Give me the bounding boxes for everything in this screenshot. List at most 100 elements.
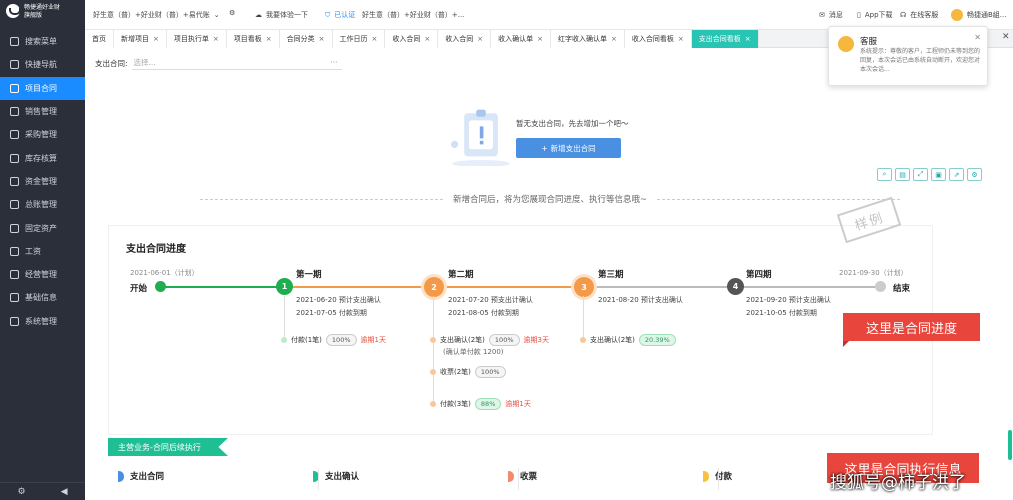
- tenant-label: 好生意（普）+好业财（普）+易代账: [93, 11, 210, 19]
- close-icon[interactable]: ×: [424, 35, 430, 43]
- ledger-icon: [10, 200, 19, 210]
- sub-label: 付款(3笔): [440, 400, 471, 408]
- sidebar-item-6[interactable]: 资金管理: [0, 170, 85, 193]
- close-icon[interactable]: ✕: [974, 33, 981, 42]
- sidebar-item-7[interactable]: 总账管理: [0, 193, 85, 216]
- tab-0[interactable]: 首页: [85, 30, 114, 48]
- tab-5[interactable]: 工作日历 ×: [332, 30, 386, 48]
- close-icon[interactable]: ×: [372, 35, 378, 43]
- m2-invoice-item[interactable]: 收票(2笔) 100%: [430, 366, 506, 378]
- tenant-switch[interactable]: 好生意（普）+好业财（普）+易代账 ⌄: [93, 10, 220, 20]
- message-button[interactable]: ✉ 消息: [819, 10, 843, 20]
- m1-payment-item[interactable]: 付款(1笔) 100% 逾期1天: [281, 334, 386, 346]
- sidebar-item-11[interactable]: 基础信息: [0, 286, 85, 309]
- sidebar-item-2[interactable]: 项目合同: [0, 76, 85, 100]
- tab-label: 收入合同看板: [631, 35, 674, 43]
- user-label: 畅捷通B組...: [967, 11, 1007, 19]
- sidebar-item-5[interactable]: 库存核算: [0, 146, 85, 169]
- exec-col-invoice[interactable]: 收票: [508, 470, 703, 482]
- sidebar-item-4[interactable]: 采购管理: [0, 123, 85, 146]
- m2-confirm-item[interactable]: 支出确认(2笔) 100% 逾期3天: [430, 334, 549, 346]
- collapse-icon[interactable]: ◀: [61, 487, 68, 497]
- sidebar-item-9[interactable]: 工资: [0, 240, 85, 263]
- sidebar-item-3[interactable]: 销售管理: [0, 100, 85, 123]
- save-icon[interactable]: ▣: [931, 168, 946, 181]
- exec-col-confirm[interactable]: 支出确认: [313, 470, 508, 482]
- connector: [433, 296, 434, 406]
- segment-done: [160, 286, 285, 288]
- overdue-text: 逾期1天: [360, 336, 386, 344]
- percent-badge: 20.39%: [638, 334, 676, 346]
- contract-select[interactable]: 选择... ···: [131, 56, 342, 70]
- tab-11[interactable]: 支出合同看板 ×: [691, 30, 759, 48]
- sidebar-item-12[interactable]: 系统管理: [0, 310, 85, 333]
- tab-label: 合同分类: [286, 35, 315, 43]
- tab-1[interactable]: 新增项目 ×: [114, 30, 167, 48]
- tab-label: 收入确认单: [498, 35, 534, 43]
- try-link[interactable]: ☁ 我要体验一下: [255, 10, 308, 20]
- milestone-4-dot[interactable]: 4: [727, 278, 744, 295]
- tab-4[interactable]: 合同分类 ×: [279, 30, 333, 48]
- sidebar-item-8[interactable]: 固定资产: [0, 216, 85, 239]
- close-icon[interactable]: ×: [266, 35, 272, 43]
- sidebar-item-label: 库存核算: [25, 153, 57, 163]
- tab-8[interactable]: 收入确认单 ×: [491, 30, 551, 48]
- milestone-2-dot[interactable]: 2: [424, 277, 444, 297]
- empty-message: 暂无支出合同，先去增加一个吧～: [516, 119, 629, 128]
- milestone-4-info: 2021-09-20 预计支出确认 2021-10-05 付款到期: [746, 294, 831, 320]
- print-icon[interactable]: ▤: [895, 168, 910, 181]
- zoom-icon[interactable]: ⌕: [877, 168, 892, 181]
- settings-icon[interactable]: ⚙: [229, 9, 235, 17]
- close-icon[interactable]: ×: [319, 35, 325, 43]
- export-icon[interactable]: ⇗: [949, 168, 964, 181]
- close-icon[interactable]: ×: [153, 35, 159, 43]
- tab-6[interactable]: 收入合同 ×: [385, 30, 439, 48]
- sidebar-item-10[interactable]: 经营管理: [0, 263, 85, 286]
- sidebar-item-label: 经营管理: [25, 270, 57, 280]
- expand-icon[interactable]: ⤢: [913, 168, 928, 181]
- sidebar-item-label: 固定资产: [25, 223, 57, 233]
- salary-icon: [10, 246, 19, 256]
- certified-badge: ⛉ 已认证: [325, 10, 355, 20]
- exec-col-contract[interactable]: 支出合同: [118, 470, 313, 482]
- close-tabs-icon[interactable]: ✕: [1002, 32, 1010, 42]
- execution-header: 主营业务-合同后续执行: [108, 438, 228, 456]
- close-icon[interactable]: ×: [745, 35, 751, 43]
- message-label: 消息: [828, 11, 843, 19]
- m3-confirm-item[interactable]: 支出确认(2笔) 20.39%: [580, 334, 676, 346]
- tenant2-link[interactable]: 好生意（普）+好业财（普）+...: [362, 10, 464, 20]
- scroll-indicator[interactable]: [1008, 430, 1012, 460]
- tab-7[interactable]: 收入合同 ×: [438, 30, 492, 48]
- milestone-2-info: 2021-07-20 预支出计确认 2021-08-05 付款到期: [448, 294, 533, 320]
- search-icon: [10, 37, 19, 47]
- tab-label: 新增项目: [121, 35, 149, 43]
- close-icon[interactable]: ×: [678, 35, 684, 43]
- sidebar-item-0[interactable]: 搜索菜单: [0, 30, 85, 53]
- settings-icon[interactable]: ⚙: [967, 168, 982, 181]
- sidebar-item-1[interactable]: 快捷导航: [0, 53, 85, 76]
- phone-icon: ▯: [857, 11, 861, 19]
- close-icon[interactable]: ×: [611, 35, 617, 43]
- tab-2[interactable]: 项目执行单 ×: [166, 30, 227, 48]
- chart-icon: [10, 270, 19, 280]
- app-download-button[interactable]: ▯ App下载: [857, 10, 893, 20]
- close-icon[interactable]: ×: [477, 35, 483, 43]
- close-icon[interactable]: ×: [537, 35, 543, 43]
- sidebar-item-label: 工资: [25, 246, 41, 256]
- certified-label: 已认证: [334, 11, 356, 19]
- m2-payment-item[interactable]: 付款(3笔) 88% 逾期1天: [430, 398, 531, 410]
- tab-10[interactable]: 收入合同看板 ×: [624, 30, 692, 48]
- plus-icon: +: [541, 143, 548, 153]
- milestone-3-dot[interactable]: 3: [574, 277, 594, 297]
- tab-3[interactable]: 项目看板 ×: [226, 30, 280, 48]
- milestone-1-dot[interactable]: 1: [276, 278, 293, 295]
- service-message: 系统提示：尊敬的客户，工程师仍未等到您的回复，本次会话已由系统自动断开，欢迎您对…: [860, 48, 981, 73]
- settings-icon: [10, 316, 19, 326]
- gear-icon[interactable]: ⚙: [18, 487, 26, 497]
- add-expense-contract-button[interactable]: + 新增支出合同: [516, 138, 621, 158]
- tab-label: 支出合同看板: [698, 35, 741, 43]
- online-service-button[interactable]: ☊ 在线客服: [900, 10, 938, 20]
- user-menu[interactable]: 畅捷通B組...: [951, 9, 1006, 21]
- close-icon[interactable]: ×: [213, 35, 219, 43]
- tab-9[interactable]: 红字收入确认单 ×: [551, 30, 625, 48]
